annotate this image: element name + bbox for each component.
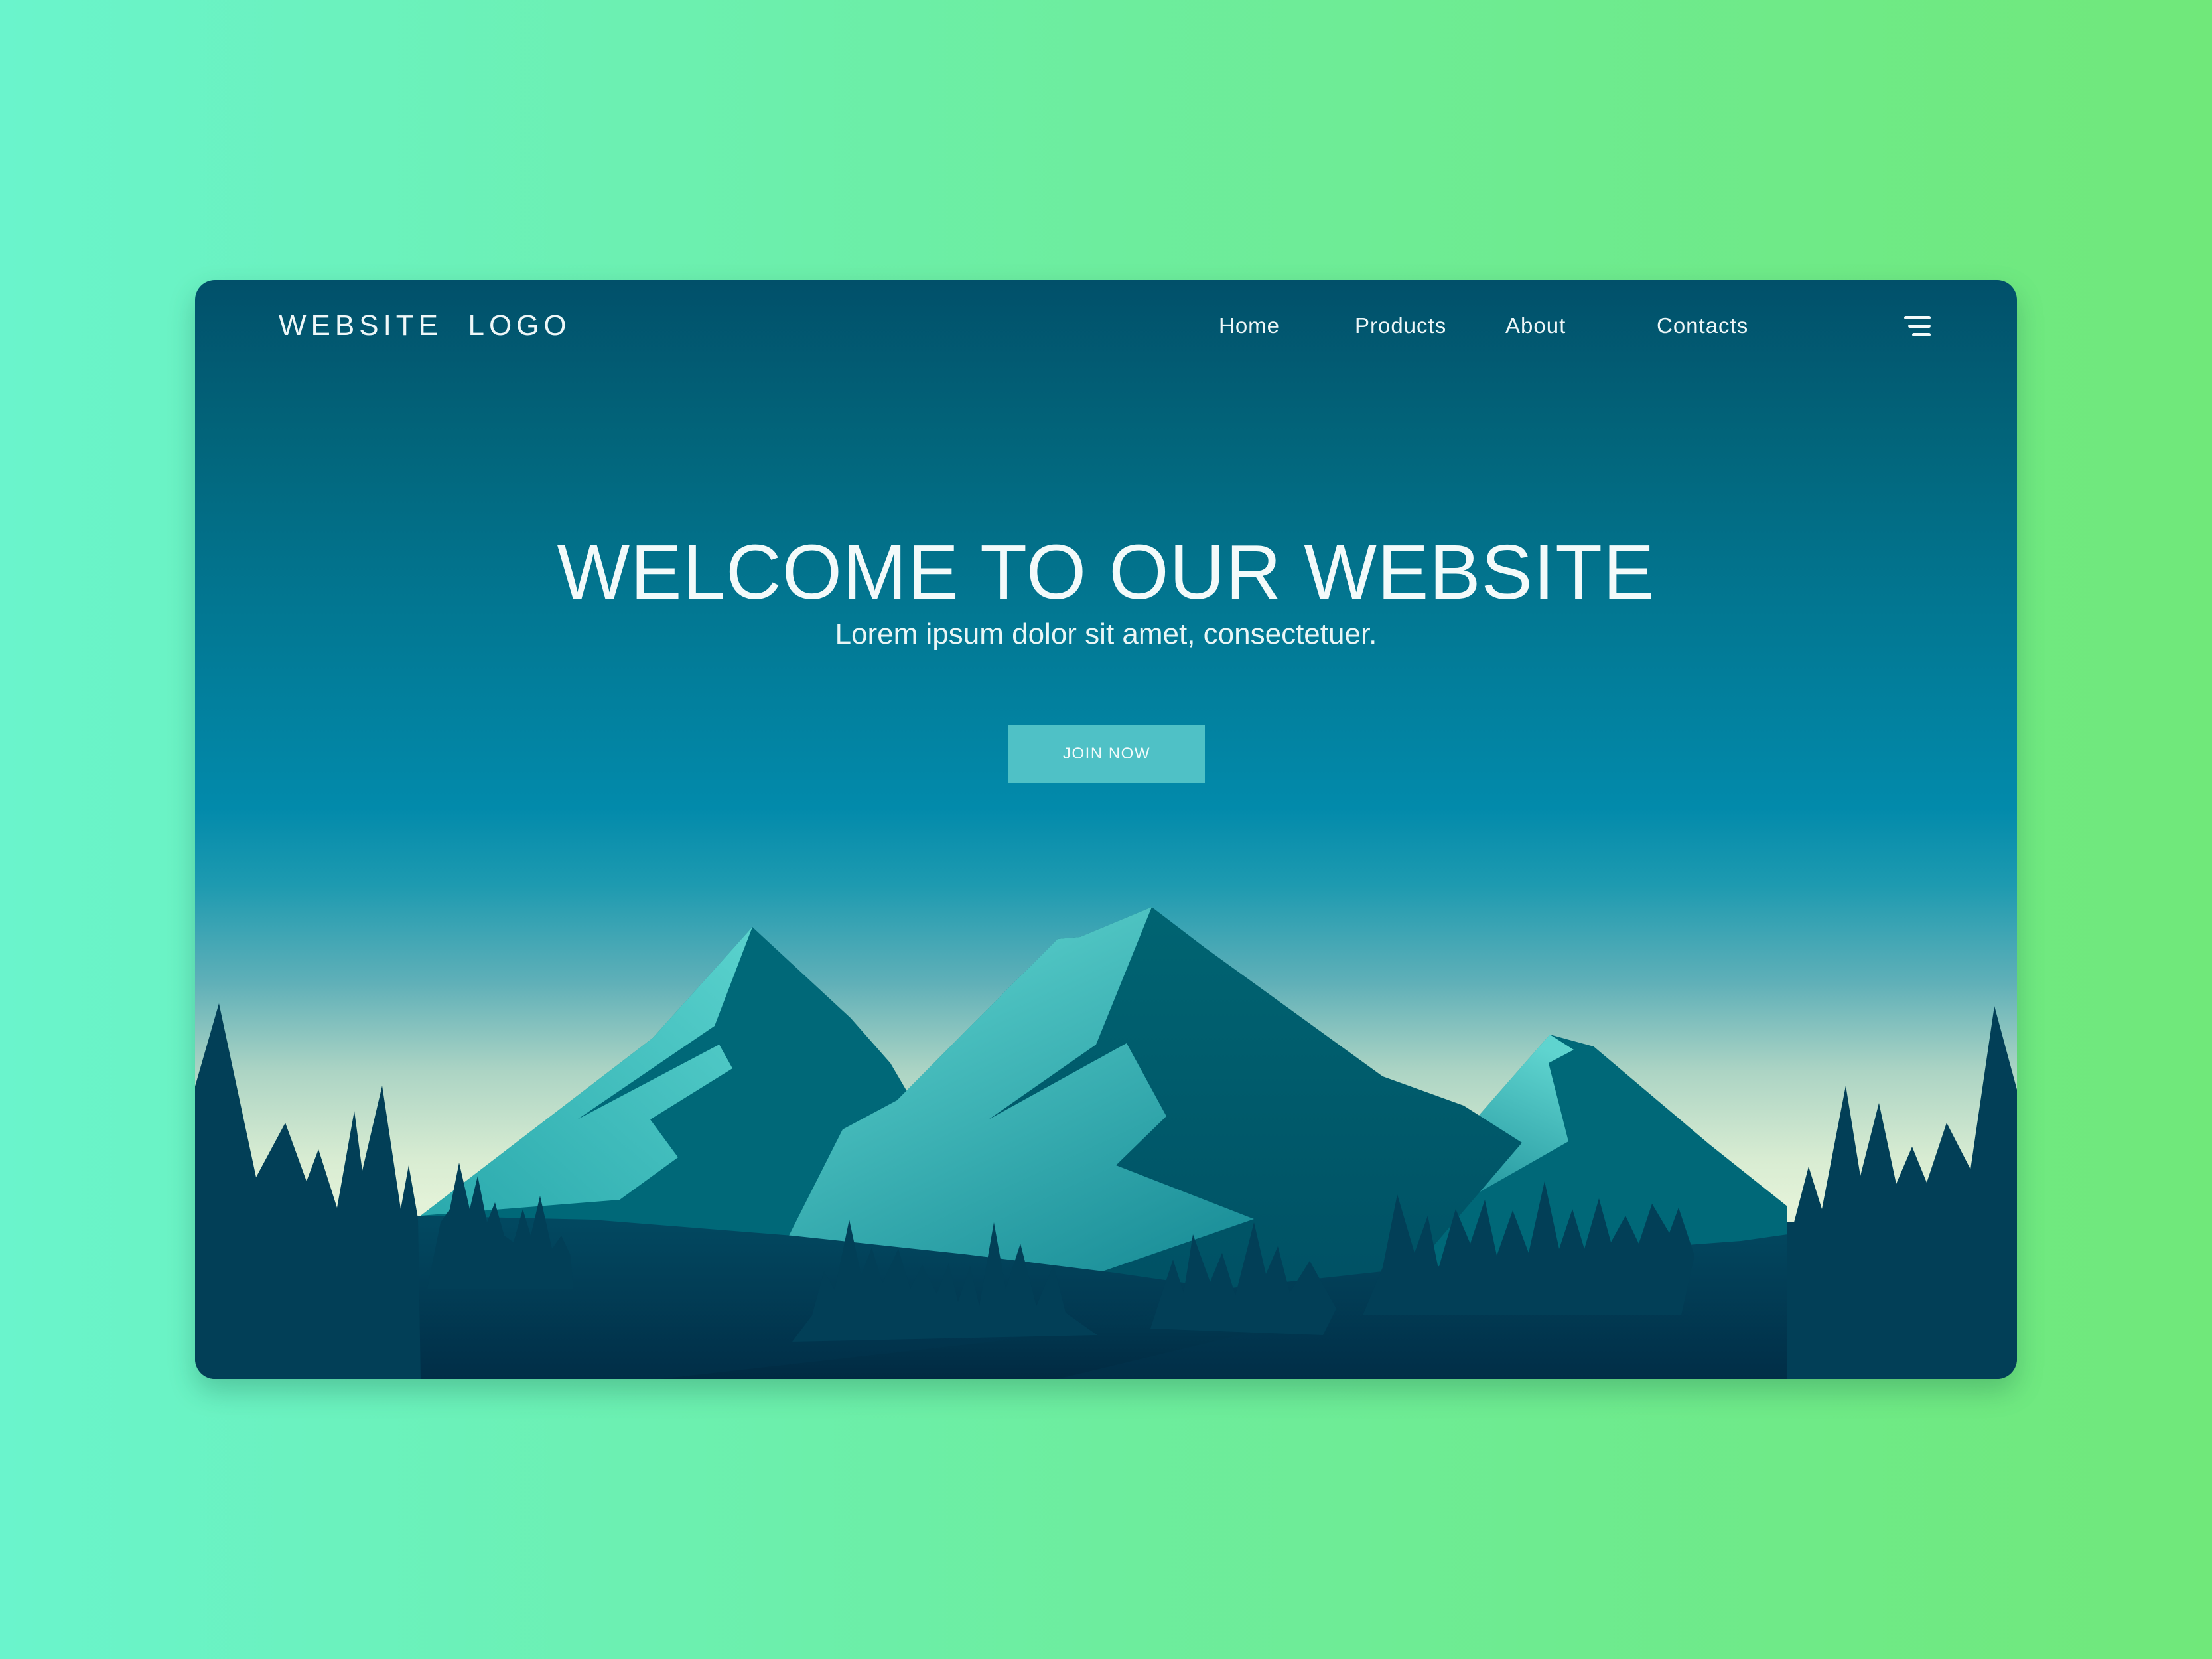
mountain-landscape-illustration — [195, 907, 2017, 1379]
nav-item-home[interactable]: Home — [1219, 311, 1280, 341]
nav-item-about[interactable]: About — [1505, 311, 1566, 341]
hero-title: WELCOME TO OUR WEBSITE — [557, 529, 1655, 615]
right-forest-icon — [1787, 1006, 2017, 1379]
nav-item-contacts[interactable]: Contacts — [1657, 311, 1748, 341]
hero-subtitle: Lorem ipsum dolor sit amet, consectetuer… — [835, 618, 1377, 650]
left-forest-icon — [195, 1003, 421, 1379]
nav-item-products[interactable]: Products — [1355, 311, 1446, 341]
nav-menu: Home Products About Contacts — [195, 311, 2017, 344]
hamburger-menu-icon[interactable] — [1901, 312, 1933, 341]
landing-page-card: WEBSITE LOGO Home Products About Contact… — [195, 280, 2017, 1379]
join-now-button[interactable]: JOIN NOW — [1008, 725, 1205, 783]
top-navigation: WEBSITE LOGO Home Products About Contact… — [195, 280, 2017, 370]
